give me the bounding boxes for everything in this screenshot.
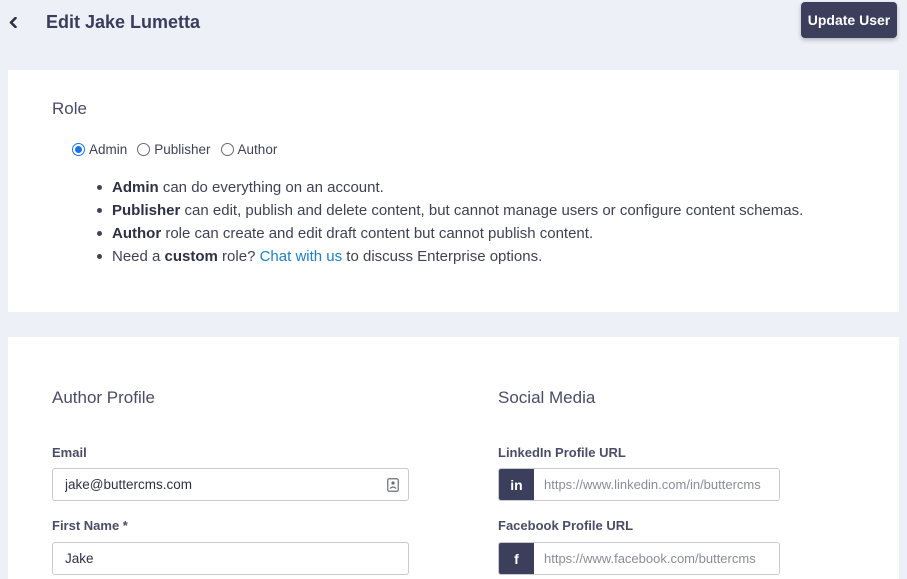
role-description-author: Author role can create and edit draft co… <box>96 222 803 245</box>
role-description-publisher: Publisher can edit, publish and delete c… <box>96 199 804 222</box>
facebook-input-group: f <box>498 542 780 575</box>
linkedin-label: LinkedIn Profile URL <box>498 445 626 460</box>
chat-with-us-link[interactable]: Chat with us <box>260 248 343 265</box>
role-description-text: can edit, publish and delete content, bu… <box>180 202 804 219</box>
admin-radio[interactable] <box>72 143 85 156</box>
role-option-publisher[interactable]: Publisher <box>137 142 211 157</box>
custom-middle: role? <box>217 248 260 265</box>
role-option-author[interactable]: Author <box>220 142 278 157</box>
role-name-author: Author <box>112 225 162 242</box>
back-button[interactable] <box>6 12 20 32</box>
author-radio[interactable] <box>220 143 234 156</box>
role-radio-group: Admin Publisher Author <box>72 142 287 157</box>
role-description-text: can do everything on an account. <box>158 179 384 196</box>
author-profile-heading: Author Profile <box>52 388 155 407</box>
role-name-admin: Admin <box>112 179 159 196</box>
role-descriptions-list: Admin can do everything on an account. P… <box>96 176 804 268</box>
linkedin-icon: in <box>499 469 534 500</box>
role-option-admin[interactable]: Admin <box>72 142 127 157</box>
role-name-publisher: Publisher <box>112 202 181 219</box>
admin-radio-label: Admin <box>89 142 128 157</box>
custom-role-note: Need a custom role? Chat with us to disc… <box>96 245 803 268</box>
facebook-icon: f <box>499 543 534 574</box>
page-title: Edit Jake Lumetta <box>46 12 201 32</box>
facebook-url-field[interactable] <box>534 543 779 574</box>
profile-card: Author Profile Social Media Email First … <box>8 337 899 579</box>
role-description-text: role can create and edit draft content b… <box>161 225 594 242</box>
first-name-field[interactable] <box>52 542 409 575</box>
update-user-button[interactable]: Update User <box>801 2 897 38</box>
publisher-radio-label: Publisher <box>154 142 211 157</box>
email-label: Email <box>52 445 87 460</box>
first-name-label: First Name * <box>52 518 128 533</box>
email-field[interactable] <box>52 468 409 501</box>
contact-card-icon <box>387 478 399 492</box>
role-card: Role Admin Publisher Author Admin can do… <box>8 70 899 312</box>
chevron-left-icon <box>9 16 17 28</box>
custom-prefix: Need a <box>112 248 165 265</box>
facebook-label: Facebook Profile URL <box>498 518 634 533</box>
linkedin-input-group: in <box>498 468 780 501</box>
author-radio-label: Author <box>237 142 278 157</box>
social-media-heading: Social Media <box>498 388 596 407</box>
role-heading: Role <box>52 99 87 118</box>
publisher-radio[interactable] <box>137 143 151 156</box>
custom-bold: custom <box>164 248 218 265</box>
role-description-admin: Admin can do everything on an account. <box>96 176 803 199</box>
custom-suffix: to discuss Enterprise options. <box>342 248 543 265</box>
linkedin-url-field[interactable] <box>534 469 779 500</box>
